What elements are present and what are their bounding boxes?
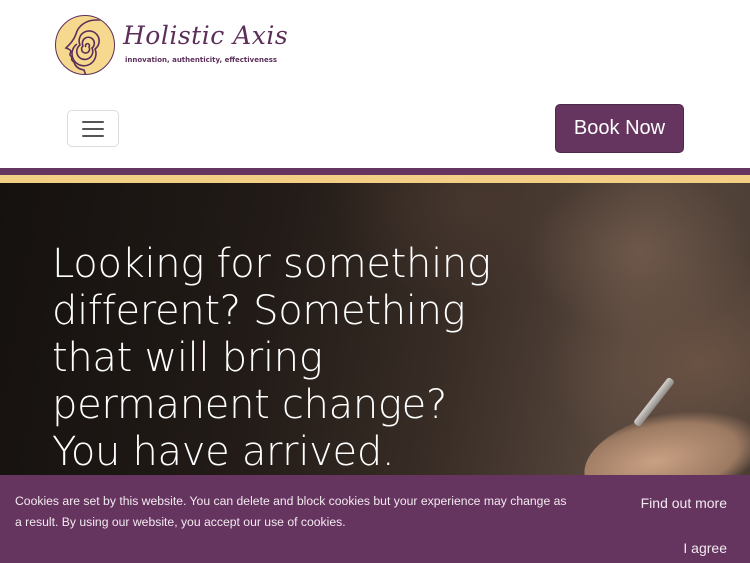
- i-agree-button[interactable]: I agree: [683, 540, 727, 556]
- book-now-button[interactable]: Book Now: [555, 104, 684, 153]
- site-header: Holistic Axis innovation, authenticity, …: [0, 0, 750, 168]
- spiral-head-logo-icon: [55, 15, 115, 75]
- brand-tagline: innovation, authenticity, effectiveness: [125, 56, 278, 64]
- header-divider-purple: [0, 168, 750, 175]
- find-out-more-link[interactable]: Find out more: [641, 495, 727, 511]
- cookie-notice-text: Cookies are set by this website. You can…: [15, 494, 567, 529]
- cookie-notice-bar: Cookies are set by this website. You can…: [0, 475, 750, 563]
- site-logo[interactable]: Holistic Axis innovation, authenticity, …: [55, 15, 288, 77]
- hero-heading: Looking for something different? Somethi…: [52, 241, 491, 475]
- header-divider-gold: [0, 175, 750, 183]
- menu-toggle-button[interactable]: [67, 110, 119, 147]
- hamburger-menu-icon: [82, 121, 104, 137]
- brand-name: Holistic Axis: [123, 21, 289, 50]
